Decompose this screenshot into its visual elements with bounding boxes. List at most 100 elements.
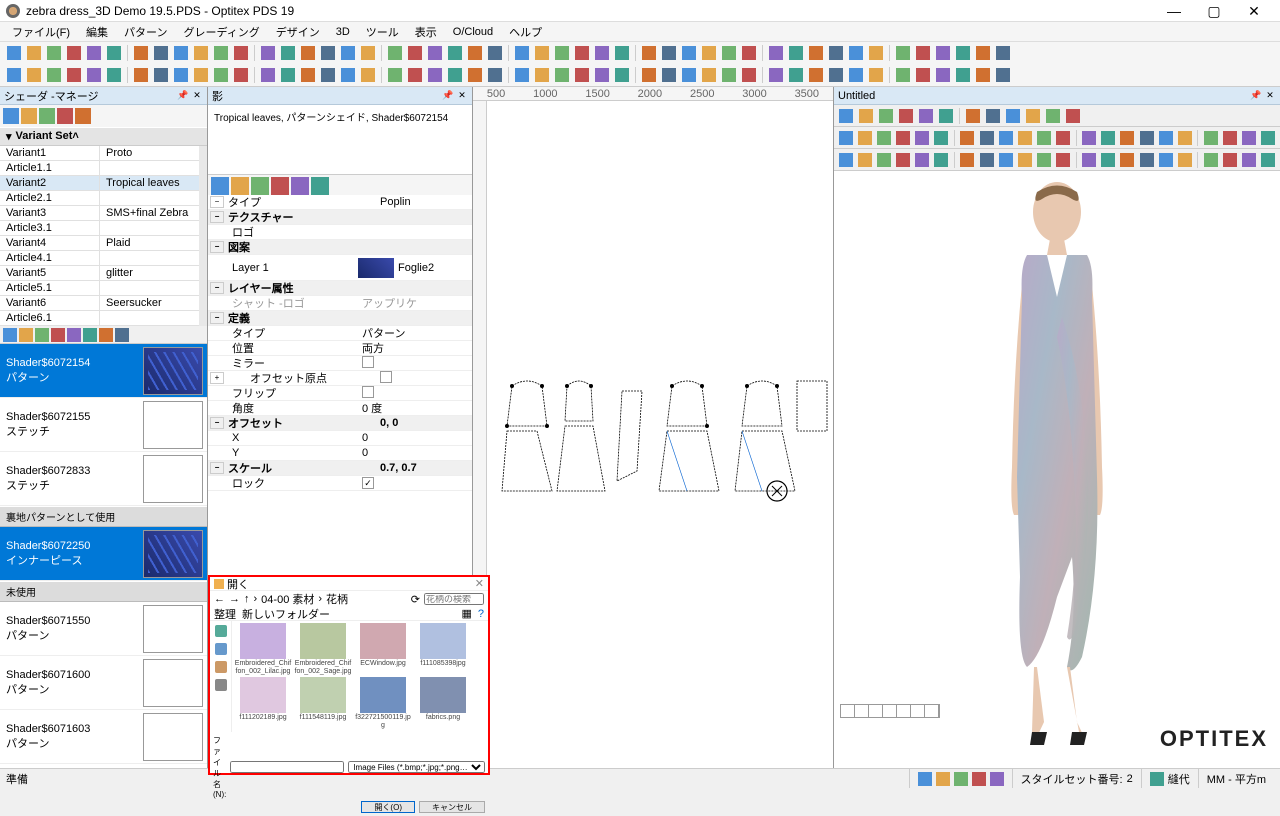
panel-close-icon[interactable]: ✕ [1264,90,1276,101]
variant-row[interactable]: Article5.1 [0,281,199,296]
toolbar-button-icon[interactable] [593,44,611,62]
toolbar-button-icon[interactable] [959,151,976,169]
tshirt-remove-icon[interactable] [57,108,73,124]
back-icon[interactable]: ← [214,593,225,605]
toolbar-button-icon[interactable] [339,44,357,62]
toolbar-button-icon[interactable] [1024,107,1042,125]
prop-btn4-icon[interactable] [271,177,289,195]
variant-row[interactable]: Article1.1 [0,161,199,176]
menu-design[interactable]: デザイン [268,22,328,42]
tshirt-add-icon[interactable] [39,108,55,124]
menu-view[interactable]: 表示 [407,22,445,42]
shader-del-icon[interactable] [19,328,33,342]
flip-checkbox[interactable] [362,386,374,398]
toolbar-button-icon[interactable] [787,44,805,62]
toolbar-button-icon[interactable] [856,151,873,169]
toolbar-button-icon[interactable] [1100,151,1117,169]
toolbar-button-icon[interactable] [299,44,317,62]
toolbar-button-icon[interactable] [85,66,103,84]
scale-value[interactable]: 0.7, 0.7 [376,462,472,474]
toolbar-button-icon[interactable] [212,44,230,62]
prop-btn2-icon[interactable] [231,177,249,195]
help-icon[interactable]: ? [478,608,484,620]
x-value[interactable]: 0 [358,432,472,444]
toolbar-button-icon[interactable] [807,66,825,84]
layer-value[interactable]: Foglie2 [394,262,472,274]
shader-item[interactable]: Shader$6071600パターン [0,656,207,710]
toolbar-button-icon[interactable] [152,66,170,84]
status-icon-2[interactable] [936,772,950,786]
toolbar-button-icon[interactable] [897,107,915,125]
toolbar-button-icon[interactable] [45,66,63,84]
toolbar-button-icon[interactable] [767,44,785,62]
toolbar-button-icon[interactable] [934,44,952,62]
up-icon[interactable]: ↑ [244,593,250,605]
toolbar-button-icon[interactable] [593,66,611,84]
toolbar-button-icon[interactable] [25,66,43,84]
view-mode-icon[interactable]: ▦ [461,607,471,620]
toolbar-button-icon[interactable] [5,44,23,62]
toolbar-button-icon[interactable] [105,66,123,84]
toolbar-button-icon[interactable] [132,66,150,84]
pin-icon[interactable]: 📌 [1250,90,1262,101]
toolbar-button-icon[interactable] [1202,151,1219,169]
menu-edit[interactable]: 編集 [78,22,116,42]
toolbar-button-icon[interactable] [978,151,995,169]
toolbar-button-icon[interactable] [232,44,250,62]
toolbar-button-icon[interactable] [553,44,571,62]
shader-item[interactable]: Shader$6071550パターン [0,602,207,656]
subtype-value[interactable]: パターン [358,325,472,341]
toolbar-button-icon[interactable] [875,129,892,147]
menu-pattern[interactable]: パターン [116,22,175,42]
toolbar-button-icon[interactable] [847,44,865,62]
expand-icon[interactable]: − [210,282,224,294]
variant-row[interactable]: Variant1Proto [0,146,199,161]
toolbar-button-icon[interactable] [446,66,464,84]
toolbar-button-icon[interactable] [1119,151,1136,169]
toolbar-button-icon[interactable] [1016,151,1033,169]
variant-scrollbar[interactable] [199,146,207,326]
mirror-checkbox[interactable] [362,356,374,368]
toolbar-button-icon[interactable] [857,107,875,125]
shader-brush-icon[interactable] [67,328,81,342]
toolbar-button-icon[interactable] [914,129,931,147]
toolbar-button-icon[interactable] [172,66,190,84]
toolbar-button-icon[interactable] [259,44,277,62]
shader-item[interactable]: Shader$6072154パターン [0,344,207,398]
toolbar-button-icon[interactable] [787,66,805,84]
toolbar-button-icon[interactable] [279,66,297,84]
toolbar-button-icon[interactable] [914,151,931,169]
menu-help[interactable]: ヘルプ [501,22,550,42]
expand-icon[interactable]: − [210,241,224,253]
toolbar-button-icon[interactable] [875,151,892,169]
tshirt-rotate-icon[interactable] [21,108,37,124]
file-item[interactable]: f111202189.jpg [234,677,292,729]
toolbar-button-icon[interactable] [997,151,1014,169]
toolbar-button-icon[interactable] [1176,151,1193,169]
toolbar-button-icon[interactable] [613,66,631,84]
angle-value[interactable]: 0 度 [358,400,472,416]
variant-row[interactable]: Article6.1 [0,311,199,326]
expand-icon[interactable]: + [210,372,224,384]
toolbar-button-icon[interactable] [680,44,698,62]
toolbar-button-icon[interactable] [837,129,854,147]
file-item[interactable]: f322721500119.jpg [354,677,412,729]
toolbar-button-icon[interactable] [984,107,1002,125]
toolbar-button-icon[interactable] [466,66,484,84]
toolbar-button-icon[interactable] [45,44,63,62]
toolbar-button-icon[interactable] [5,66,23,84]
panel-close-icon[interactable]: ✕ [191,90,203,101]
prop-btn1-icon[interactable] [211,177,229,195]
variant-set-header[interactable]: ▾ Variant Set ˄ [0,127,207,146]
toolbar-button-icon[interactable] [1004,107,1022,125]
toolbar-button-icon[interactable] [974,66,992,84]
units-label[interactable]: MM - 平方m [1198,769,1274,788]
toolbar-button-icon[interactable] [700,44,718,62]
toolbar-button-icon[interactable] [837,107,855,125]
toolbar-button-icon[interactable] [1241,151,1258,169]
toolbar-button-icon[interactable] [914,66,932,84]
toolbar-button-icon[interactable] [192,44,210,62]
maximize-button[interactable]: ▢ [1194,0,1234,22]
toolbar-button-icon[interactable] [386,44,404,62]
toolbar-button-icon[interactable] [1119,129,1136,147]
